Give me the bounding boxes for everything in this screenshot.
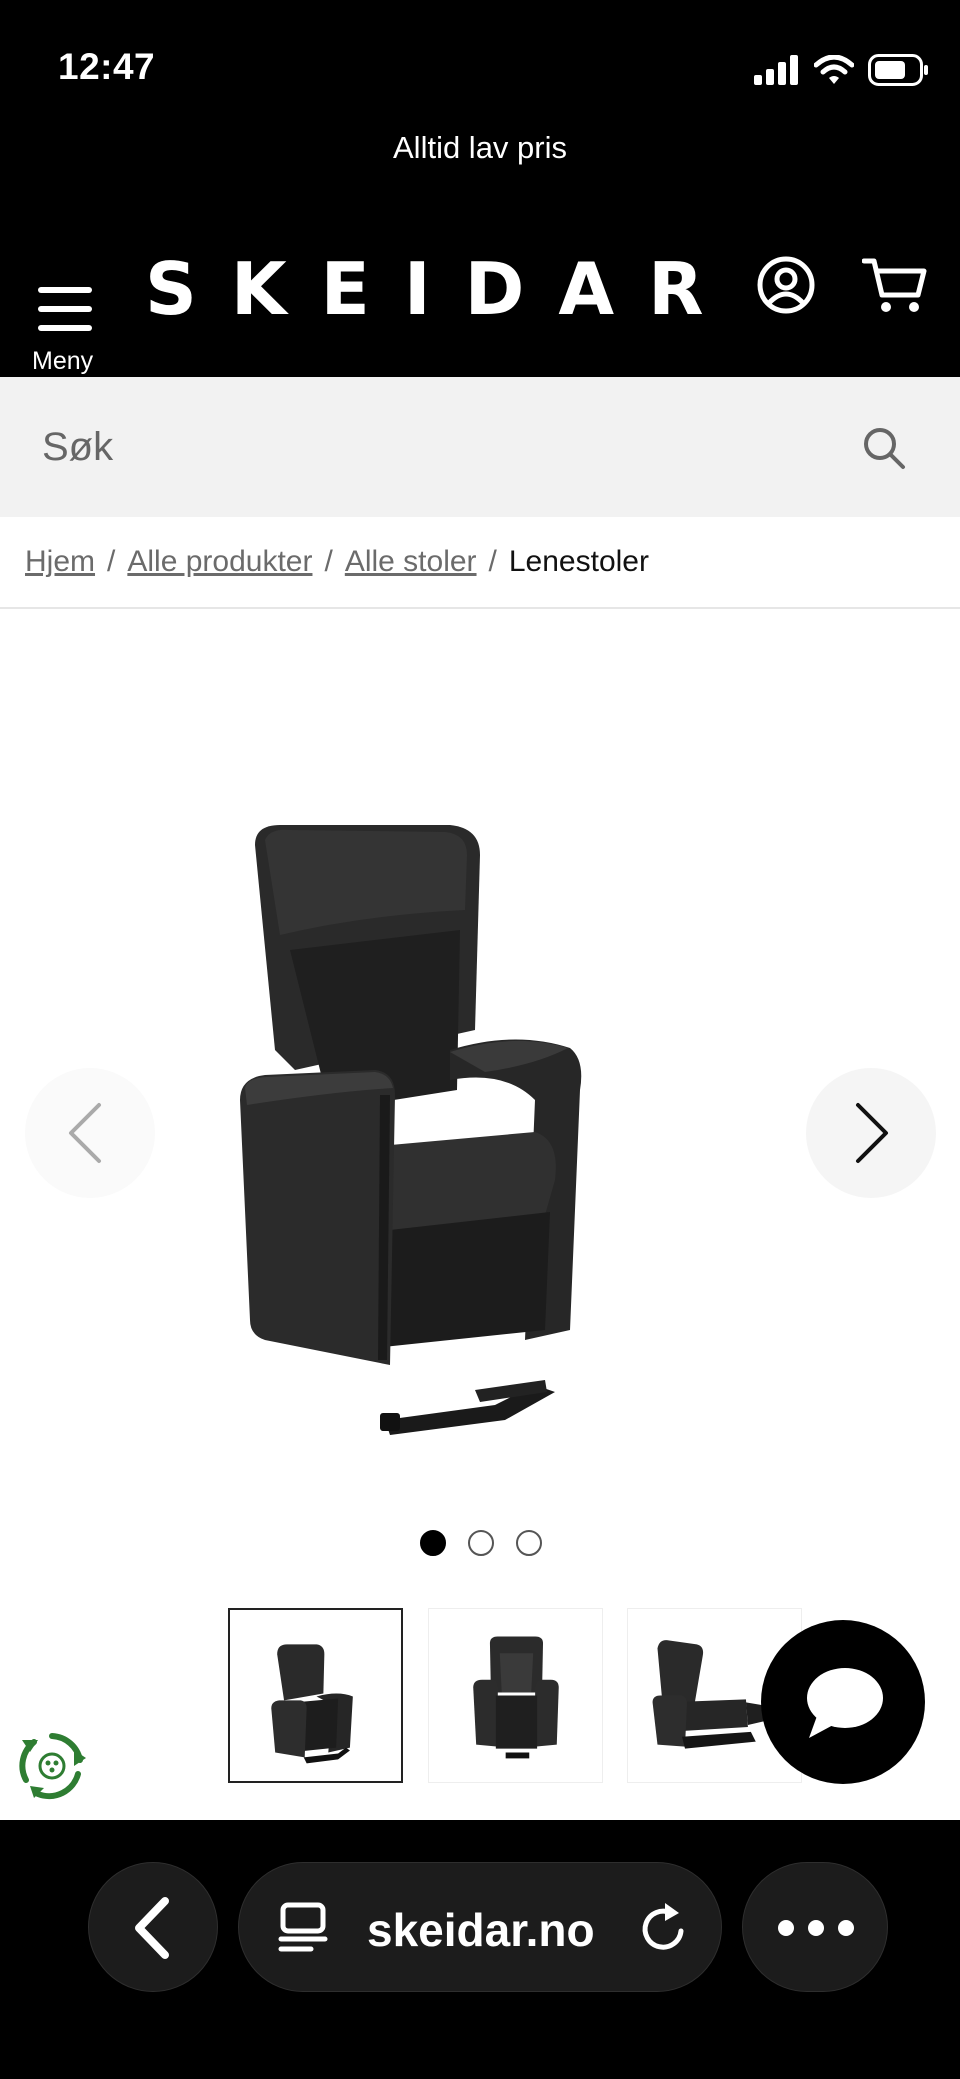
- breadcrumb-link-home[interactable]: Hjem: [25, 545, 95, 578]
- recycle-icon[interactable]: [14, 1728, 90, 1804]
- carousel-dot[interactable]: [468, 1530, 494, 1556]
- reader-icon[interactable]: [277, 1901, 331, 1955]
- browser-more-button[interactable]: [742, 1862, 888, 1992]
- url-text: skeidar.no: [367, 1904, 595, 1956]
- account-icon: [757, 256, 815, 314]
- cellular-signal-icon: [754, 55, 798, 85]
- browser-back-button[interactable]: [88, 1862, 218, 1992]
- thumbnail-2[interactable]: [428, 1608, 603, 1783]
- cart-button[interactable]: [861, 255, 932, 315]
- search-bar: [0, 377, 960, 517]
- chevron-left-icon: [69, 1103, 101, 1163]
- site-logo[interactable]: SKEIDAR: [145, 247, 738, 331]
- carousel-prev-button[interactable]: [25, 1068, 155, 1198]
- breadcrumb-separator: /: [107, 545, 116, 578]
- wifi-icon: [814, 55, 854, 84]
- status-bar: 12:47: [0, 0, 960, 125]
- address-bar[interactable]: skeidar.no: [238, 1862, 722, 1992]
- status-icons: [754, 52, 930, 88]
- carousel-dot[interactable]: [420, 1530, 446, 1556]
- search-icon[interactable]: [862, 426, 906, 470]
- chat-button[interactable]: [761, 1620, 925, 1784]
- promo-banner: Alltid lav pris: [0, 125, 960, 225]
- menu-button[interactable]: Meny: [28, 255, 102, 375]
- thumbnail-1[interactable]: [228, 1608, 403, 1783]
- promo-text: Alltid lav pris: [393, 130, 567, 165]
- battery-icon: [868, 54, 928, 86]
- product-image[interactable]: [235, 820, 735, 1450]
- menu-icon: [38, 287, 92, 331]
- page: 12:47 Alltid lav pris Meny SKEIDAR Søk H…: [0, 0, 960, 2079]
- breadcrumb-link-all-chairs[interactable]: Alle stoler: [345, 545, 477, 578]
- breadcrumb-current: Lenestoler: [508, 545, 649, 578]
- breadcrumb: Hjem / Alle produkter / Alle stoler / Lenestol…: [25, 545, 649, 579]
- chevron-right-icon: [856, 1103, 888, 1163]
- search-input[interactable]: [0, 377, 840, 517]
- reload-icon[interactable]: [635, 1899, 693, 1957]
- breadcrumb-separator: /: [488, 545, 497, 578]
- more-icon: [778, 1920, 854, 1936]
- thumbnail-image: [473, 1636, 559, 1759]
- site-header: Meny SKEIDAR: [0, 225, 960, 377]
- menu-label: Meny: [32, 347, 94, 375]
- back-icon: [135, 1897, 169, 1959]
- thumbnail-image: [271, 1644, 353, 1764]
- chat-icon: [807, 1668, 883, 1738]
- carousel-next-button[interactable]: [806, 1068, 936, 1198]
- cart-icon: [861, 258, 927, 312]
- account-button[interactable]: [756, 255, 816, 315]
- divider: [0, 607, 960, 609]
- carousel-dots: [420, 1530, 542, 1556]
- breadcrumb-separator: /: [324, 545, 333, 578]
- status-time: 12:47: [58, 46, 156, 87]
- carousel-dot[interactable]: [516, 1530, 542, 1556]
- breadcrumb-link-all-products[interactable]: Alle produkter: [127, 545, 312, 578]
